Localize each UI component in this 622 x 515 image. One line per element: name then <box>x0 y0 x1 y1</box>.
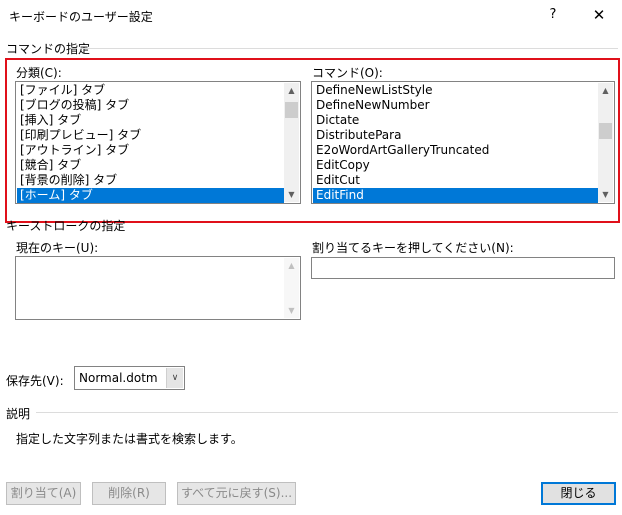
new-key-input[interactable] <box>311 257 615 279</box>
description-text: 指定した文字列または書式を検索します。 <box>16 432 243 446</box>
reset-all-button[interactable]: すべて元に戻す(S)... <box>177 482 296 505</box>
save-in-label: 保存先(V): <box>6 374 64 388</box>
current-keys-listbox[interactable]: ▲ ▼ <box>15 256 301 320</box>
save-in-value: Normal.dotm <box>79 371 158 385</box>
scroll-down-icon: ▼ <box>288 306 295 315</box>
help-button[interactable]: ? <box>540 4 566 26</box>
description-group-label: 説明 <box>6 407 31 421</box>
assign-button[interactable]: 割り当て(A) <box>6 482 81 505</box>
scroll-up-icon: ▲ <box>288 261 295 270</box>
keystroke-group-label: キーストロークの指定 <box>6 219 126 233</box>
window-title: キーボードのユーザー設定 <box>9 10 153 24</box>
close-window-button[interactable]: ✕ <box>584 4 614 26</box>
command-group-divider <box>82 48 618 49</box>
current-keys-label: 現在のキー(U): <box>16 241 99 255</box>
chevron-down-icon[interactable]: ∨ <box>166 368 183 388</box>
highlight-frame <box>5 58 620 223</box>
remove-button[interactable]: 削除(R) <box>92 482 166 505</box>
new-key-label: 割り当てるキーを押してください(N): <box>312 241 514 255</box>
command-group-label: コマンドの指定 <box>6 42 91 56</box>
close-button[interactable]: 閉じる <box>541 482 616 505</box>
current-keys-scrollbar: ▲ ▼ <box>284 258 299 318</box>
save-in-select[interactable]: Normal.dotm ∨ <box>74 366 185 390</box>
description-group-divider <box>36 412 618 413</box>
